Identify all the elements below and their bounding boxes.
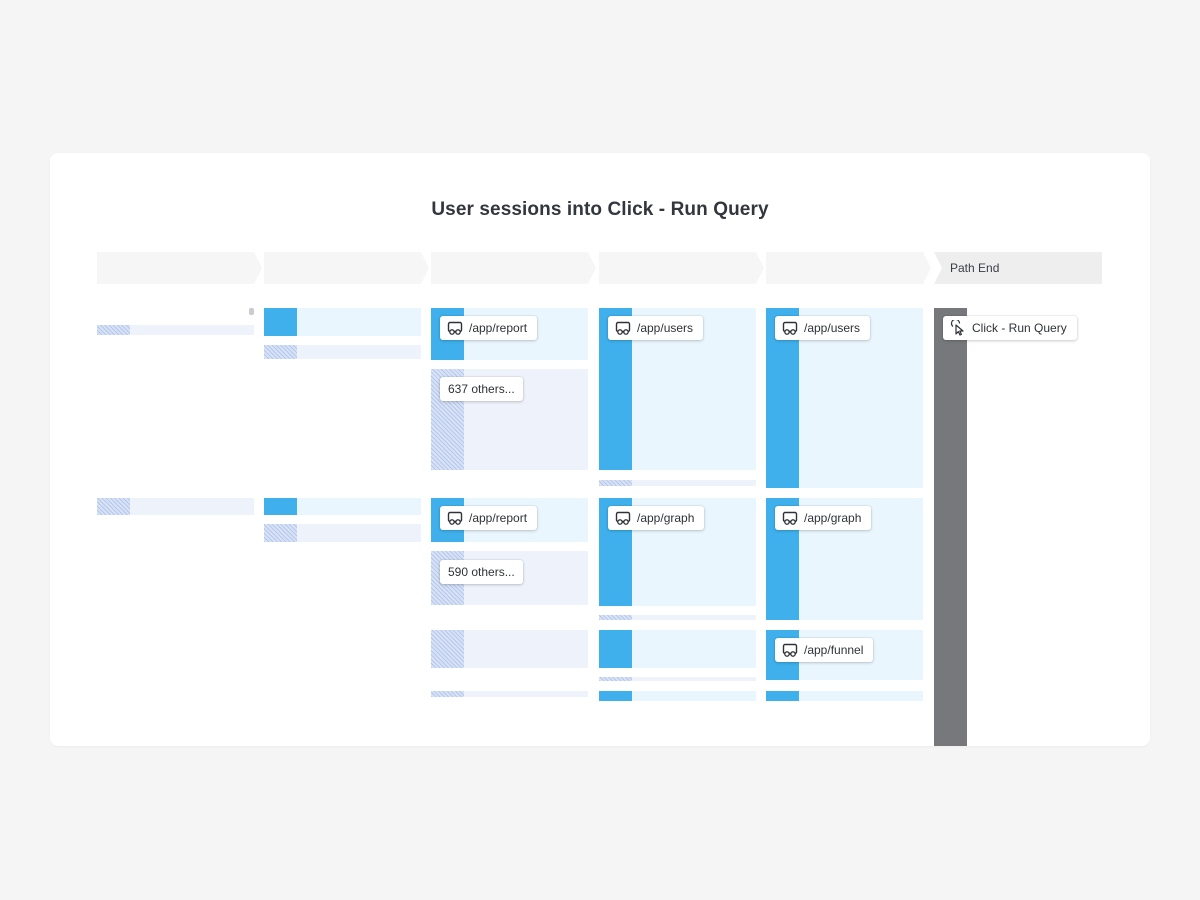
cursor-click-icon — [950, 320, 966, 336]
path-node[interactable] — [264, 524, 421, 542]
path-node[interactable] — [97, 498, 254, 515]
step-header-5 — [766, 252, 931, 284]
page-view-icon — [615, 510, 631, 526]
path-end-label: Path End — [950, 261, 1000, 275]
page-view-icon — [615, 320, 631, 336]
node-label-app-users[interactable]: /app/users — [775, 316, 871, 340]
path-node[interactable] — [766, 691, 923, 701]
path-node[interactable] — [264, 498, 421, 515]
page-view-icon — [447, 320, 463, 336]
node-label-others[interactable]: 590 others... — [440, 560, 523, 584]
path-node[interactable] — [264, 308, 421, 336]
chart-title: User sessions into Click - Run Query — [431, 199, 769, 220]
page-view-icon — [782, 642, 798, 658]
page-view-icon — [782, 320, 798, 336]
scroll-indicator — [249, 308, 254, 315]
page-view-icon — [782, 510, 798, 526]
node-label-app-users[interactable]: /app/users — [608, 316, 704, 340]
path-node[interactable] — [599, 615, 756, 620]
path-node[interactable] — [599, 630, 756, 668]
node-label-app-funnel[interactable]: /app/funnel — [775, 638, 874, 662]
step-header-3 — [431, 252, 596, 284]
path-node[interactable] — [599, 677, 756, 681]
node-label-others[interactable]: 637 others... — [440, 377, 523, 401]
node-label-click-run-query[interactable]: Click - Run Query — [943, 316, 1077, 340]
path-node[interactable] — [431, 630, 588, 668]
path-analysis-card: User sessions into Click - Run Query Pat… — [50, 153, 1150, 746]
step-header-2 — [264, 252, 429, 284]
step-header-1 — [97, 252, 262, 284]
path-node[interactable] — [599, 691, 756, 701]
path-node[interactable] — [599, 480, 756, 486]
node-label-app-report[interactable]: /app/report — [440, 316, 538, 340]
path-node[interactable] — [264, 345, 421, 359]
path-node[interactable] — [97, 325, 254, 335]
page-view-icon — [447, 510, 463, 526]
step-header-4 — [599, 252, 764, 284]
step-header-path-end: Path End — [934, 252, 1102, 284]
node-label-app-graph[interactable]: /app/graph — [608, 506, 705, 530]
node-label-app-report[interactable]: /app/report — [440, 506, 538, 530]
node-label-app-graph[interactable]: /app/graph — [775, 506, 872, 530]
path-node[interactable] — [431, 691, 588, 697]
path-end-node[interactable] — [934, 308, 967, 746]
